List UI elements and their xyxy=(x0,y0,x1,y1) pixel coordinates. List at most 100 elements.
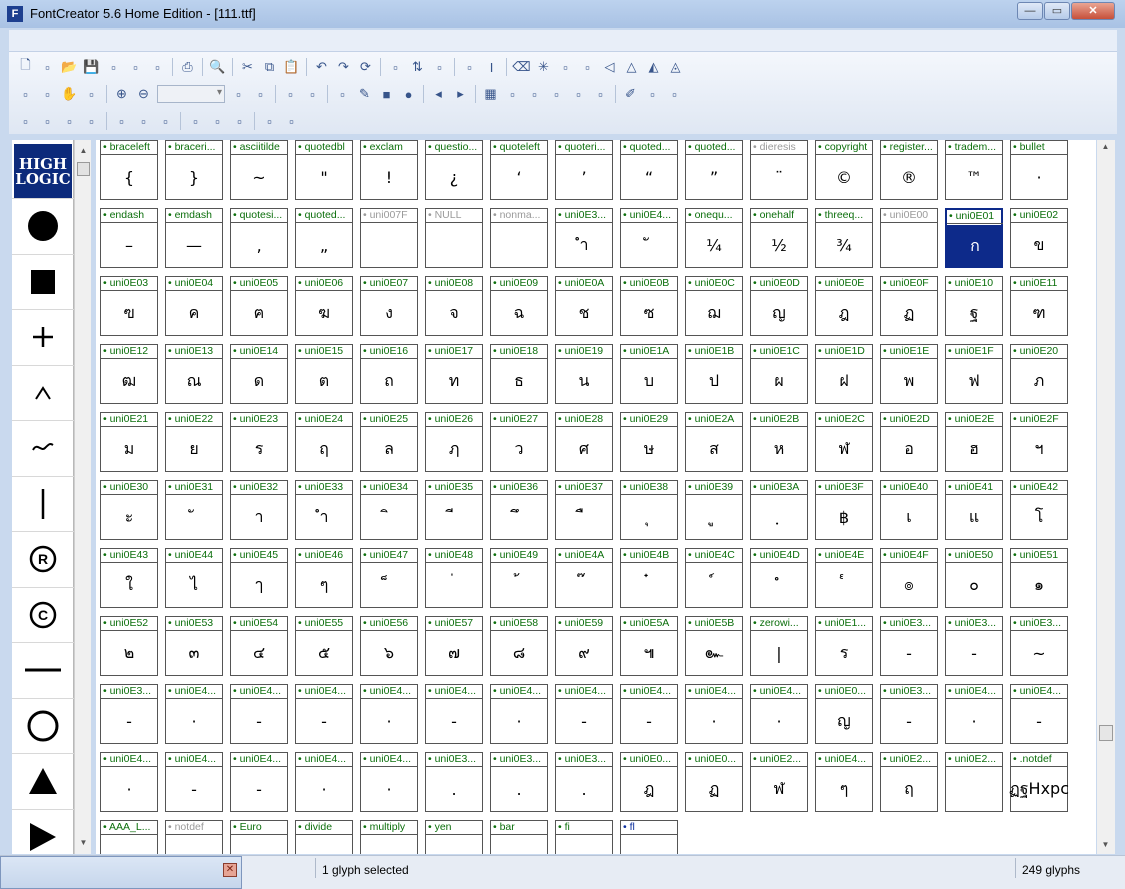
glyph-cell[interactable]: • yen xyxy=(425,820,483,854)
glyph-cell[interactable]: • uni0E2A ส xyxy=(685,412,743,472)
glyph-cell[interactable]: • questio... ¿ xyxy=(425,140,483,200)
glyph-cell[interactable]: • uni0E43 ใ xyxy=(100,548,158,608)
glyph-cell[interactable]: • notdef xyxy=(165,820,223,854)
glyph-cell[interactable]: • uni0E3... ำ xyxy=(555,208,613,268)
glyph-cell[interactable]: • uni0E12 ฒ xyxy=(100,344,158,404)
ellipse-icon[interactable]: ● xyxy=(398,84,419,104)
glyph-cell[interactable]: • uni0E52 ๒ xyxy=(100,616,158,676)
fill-icon[interactable]: ▫ xyxy=(555,57,576,77)
glyph-cell[interactable]: • uni0E0... ฎ xyxy=(620,752,678,812)
glyph-cell[interactable]: • uni0E14 ด xyxy=(230,344,288,404)
glyph-cell[interactable]: • uni0E0... ญ xyxy=(815,684,873,744)
glyph-cell[interactable]: • uni0E16 ถ xyxy=(360,344,418,404)
glyph-cell[interactable]: • uni0E00 xyxy=(880,208,938,268)
glyph-cell[interactable]: • fl xyxy=(620,820,678,854)
glyph-cell[interactable]: • uni0E3F ฿ xyxy=(815,480,873,540)
glyph-cell[interactable]: • uni0E4... - xyxy=(295,684,353,744)
glyph-cell[interactable]: • uni0E4Dํ xyxy=(750,548,808,608)
glyph-cell[interactable]: • onehalf ½ xyxy=(750,208,808,268)
wizard-icon[interactable]: ▫ xyxy=(429,57,450,77)
glyph-cell[interactable]: • quoted... “ xyxy=(620,140,678,200)
glyph-cell[interactable]: • uni0E4C์ xyxy=(685,548,743,608)
glyph-cell[interactable]: • uni0E34ิ xyxy=(360,480,418,540)
glyph-cell[interactable]: • uni0E38ุ xyxy=(620,480,678,540)
align8-icon[interactable]: ▫ xyxy=(185,111,206,131)
glyph-cell[interactable]: • uni0E4... · xyxy=(360,752,418,812)
glyph-cell[interactable]: • uni0E0A ช xyxy=(555,276,613,336)
open-project-icon[interactable]: ▫ xyxy=(37,57,58,77)
align10-icon[interactable]: ▫ xyxy=(229,111,250,131)
plus-icon[interactable] xyxy=(12,309,74,364)
glyph-cell[interactable]: • uni0E57 ๗ xyxy=(425,616,483,676)
grid4-icon[interactable]: ▫ xyxy=(546,84,567,104)
glyph-cell[interactable]: • uni0E33 ำ xyxy=(295,480,353,540)
glyph-cell[interactable]: • asciitilde ~ xyxy=(230,140,288,200)
glyph-cell[interactable]: • uni0E1C ผ xyxy=(750,344,808,404)
glyph-cell[interactable]: • uni0E4... · xyxy=(490,684,548,744)
glyph-cell[interactable]: • uni0E20 ภ xyxy=(1010,344,1068,404)
glyph-cell[interactable]: • uni0E54 ๔ xyxy=(230,616,288,676)
grid6-icon[interactable]: ▫ xyxy=(590,84,611,104)
pen-icon[interactable]: ✎ xyxy=(354,84,375,104)
glyph-cell[interactable]: • uni0E4... · xyxy=(360,684,418,744)
glyph-cell[interactable]: • braceleft { xyxy=(100,140,158,200)
registered-icon[interactable]: R xyxy=(12,531,74,586)
glyph-cell[interactable]: • uni0E11 ฑ xyxy=(1010,276,1068,336)
glyph-cell[interactable]: • uni0E5B ๛ xyxy=(685,616,743,676)
triangle-up-icon[interactable] xyxy=(12,753,74,808)
prev-icon[interactable]: ◂ xyxy=(428,84,449,104)
snowflake-icon[interactable]: ✳ xyxy=(533,57,554,77)
glyph-cell[interactable]: • uni0E46 ๆ xyxy=(295,548,353,608)
glyph-cell[interactable]: • uni0E31ั xyxy=(165,480,223,540)
glyph-cell[interactable]: • uni0E3... - xyxy=(100,684,158,744)
circle-filled-icon[interactable] xyxy=(12,198,74,253)
close-button[interactable]: ✕ xyxy=(1071,2,1115,20)
glyph-cell[interactable]: • uni0E02 ข xyxy=(1010,208,1068,268)
glyph-cell[interactable]: • uni0E0F ฏ xyxy=(880,276,938,336)
glyph-cell[interactable]: • emdash — xyxy=(165,208,223,268)
glyph-cell[interactable]: • register... ® xyxy=(880,140,938,200)
pointer-icon[interactable]: ▫ xyxy=(280,84,301,104)
rect-icon[interactable]: ■ xyxy=(376,84,397,104)
glyph-cell[interactable]: • uni0E17 ท xyxy=(425,344,483,404)
glyph-cell[interactable]: • uni0E4... · xyxy=(165,684,223,744)
node-icon[interactable]: ▫ xyxy=(302,84,323,104)
glyph-cell[interactable]: • uni0E41 แ xyxy=(945,480,1003,540)
align7-icon[interactable]: ▫ xyxy=(155,111,176,131)
glyph-cell[interactable]: • uni0E58 ๘ xyxy=(490,616,548,676)
dash-icon[interactable] xyxy=(12,642,74,697)
glyph-cell[interactable]: • uni0E36ึ xyxy=(490,480,548,540)
grid-scrollbar[interactable]: ▲ ▼ xyxy=(1097,140,1115,854)
arrow-icon[interactable]: ◁ xyxy=(599,57,620,77)
glyph-cell[interactable]: • Euro xyxy=(230,820,288,854)
glyph-cell[interactable]: • uni0E01 ก xyxy=(945,208,1003,268)
glyph-cell[interactable]: • multiply xyxy=(360,820,418,854)
glyph-cell[interactable]: • threeq... ¾ xyxy=(815,208,873,268)
glyph-cell[interactable]: • tradem... ™ xyxy=(945,140,1003,200)
square-filled-icon[interactable] xyxy=(12,253,74,309)
glyph-cell[interactable]: • uni0E3.... xyxy=(490,752,548,812)
rotate-icon[interactable]: ◬ xyxy=(665,57,686,77)
glyph-cell[interactable]: • uni0E04 ค xyxy=(165,276,223,336)
glyph-cell[interactable]: • uni0E09 ฉ xyxy=(490,276,548,336)
glyph-cell[interactable]: • uni0E1A บ xyxy=(620,344,678,404)
glyph-cell[interactable]: • uni0E2... ฬ xyxy=(750,752,808,812)
glyph-cell[interactable]: • uni0E39ู xyxy=(685,480,743,540)
glyph-cell[interactable]: • dieresis ¨ xyxy=(750,140,808,200)
glyph-cell[interactable]: • uni0E4... · xyxy=(100,752,158,812)
glyph-cell[interactable]: • uni0E0E ฎ xyxy=(815,276,873,336)
align6-icon[interactable]: ▫ xyxy=(133,111,154,131)
glyph-cell[interactable]: • quoteleft ‘ xyxy=(490,140,548,200)
glyph-cell[interactable]: • uni0E0D ญ xyxy=(750,276,808,336)
glyph-cell[interactable]: • uni0E0... ฏ xyxy=(685,752,743,812)
glyph-cell[interactable]: • uni0E55 ๕ xyxy=(295,616,353,676)
glyph-cell[interactable]: • uni0E10 ฐ xyxy=(945,276,1003,336)
glyph-cell[interactable]: • uni0E07 ง xyxy=(360,276,418,336)
glyph-cell[interactable]: • uni0E2D อ xyxy=(880,412,938,472)
hand-icon[interactable]: ✋ xyxy=(59,84,80,104)
open-icon[interactable]: 📂 xyxy=(59,57,80,77)
glyph-cell[interactable]: • uni0E56 ๖ xyxy=(360,616,418,676)
glyph-cell[interactable]: • uni0E51 ๑ xyxy=(1010,548,1068,608)
copy-doc-icon[interactable]: ▫ xyxy=(125,57,146,77)
glyph-cell[interactable]: • uni0E59 ๙ xyxy=(555,616,613,676)
